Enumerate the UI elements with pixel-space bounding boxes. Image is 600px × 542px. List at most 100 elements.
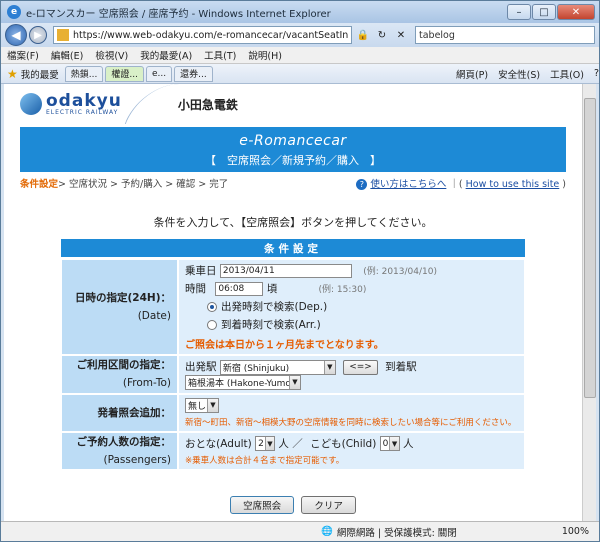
minimize-button[interactable]: – — [507, 4, 531, 20]
site-favicon-icon — [57, 29, 69, 41]
breadcrumb-current: 条件設定 — [20, 179, 59, 190]
extra-label: 発着照会追加： — [60, 392, 179, 433]
url-field[interactable]: https://www.web-odakyu.com/e-romancecar/… — [53, 26, 352, 44]
date-row: 日時の指定(24H)： (Date) 乗車日 2013/04/11 (例: 20… — [60, 258, 526, 356]
page-banner: e-Romancecar 【 空席照会／新規予約／購入 】 — [20, 127, 566, 172]
search-form: 条件設定 日時の指定(24H)： (Date) 乗車日 2013/04/11 (… — [60, 238, 526, 471]
odakyu-logo[interactable]: odakyu ELECTRIC RAILWAY — [20, 92, 122, 116]
tools-menu[interactable]: 工具(O) — [550, 67, 584, 81]
back-button[interactable]: ◀ — [5, 24, 27, 46]
help-icon[interactable]: ? — [594, 68, 599, 79]
browser-window: e e-ロマンスカー 空席照会 / 座席予约 - Windows Interne… — [0, 0, 600, 542]
chevron-down-icon: ▼ — [323, 360, 335, 374]
menu-file[interactable]: 檔案(F) — [7, 48, 39, 62]
extra-fields: 無し ▼ 新宿～町田、新宿～相模大野の空席情報を同時に検索したい場合等にご利用く… — [177, 392, 526, 433]
safety-menu[interactable]: 安全性(S) — [498, 67, 540, 81]
form-header: 条件設定 — [60, 238, 526, 258]
browser-tab[interactable]: 還券... — [174, 65, 213, 82]
search-input[interactable]: tabelog — [415, 26, 595, 44]
boarding-date-input[interactable]: 2013/04/11 — [219, 264, 352, 278]
date-label: 日時の指定(24H)： (Date) — [60, 258, 179, 356]
lock-icon[interactable]: 🔒 — [355, 27, 371, 43]
command-bar: 網頁(P) 安全性(S) 工具(O) ? — [446, 67, 599, 81]
adult-unit: 人 ／ — [278, 437, 303, 450]
menu-view[interactable]: 檢視(V) — [95, 48, 128, 62]
extra-row: 発着照会追加： 無し ▼ 新宿～町田、新宿～相模大野の空席情報を同時に検索したい… — [60, 392, 526, 433]
route-row: ご利用区間の指定： (From-To) 出発駅 新宿 (Shinjuku) ▼ … — [60, 354, 526, 395]
from-station-select[interactable]: 新宿 (Shinjuku) ▼ — [219, 359, 336, 375]
form-table: 日時の指定(24H)： (Date) 乗車日 2013/04/11 (例: 20… — [60, 258, 526, 471]
ie-icon: e — [7, 5, 21, 19]
chevron-down-icon: ▼ — [207, 398, 218, 412]
title-bar: e e-ロマンスカー 空席照会 / 座席予约 - Windows Interne… — [1, 1, 599, 23]
adult-label: おとな(Adult) — [185, 437, 252, 450]
page-menu[interactable]: 網頁(P) — [456, 67, 488, 81]
globe-icon: 🌐 — [321, 526, 333, 537]
menu-help[interactable]: 說明(H) — [248, 48, 282, 62]
radio-arrival[interactable]: 到着時刻で検索(Arr.) — [207, 317, 518, 332]
adult-select[interactable]: 2 ▼ — [255, 436, 276, 451]
date-fields: 乗車日 2013/04/11 (例: 2013/04/10) 時間 06:08 … — [177, 258, 526, 356]
passengers-row: ご予約人数の指定： (Passengers) おとな(Adult) 2 ▼ 人 … — [60, 430, 526, 471]
browser-tab[interactable]: 熱鎖... — [64, 65, 104, 82]
help-links: ? 使い方はこちらへ ｜( How to use this site ) — [356, 176, 566, 190]
menu-bar: 檔案(F) 編輯(E) 檢視(V) 我的最愛(A) 工具(T) 說明(H) — [1, 47, 599, 64]
site-header: odakyu ELECTRIC RAILWAY 小田急電鉄 — [4, 84, 582, 124]
radio-arrival-button[interactable] — [207, 319, 217, 330]
passengers-fields: おとな(Adult) 2 ▼ 人 ／ こども(Child) 0 ▼ 人 ※乗車人… — [177, 430, 526, 471]
odakyu-logo-icon — [20, 93, 42, 115]
favorites-bar: ★ 我的最愛 熱鎖... 權證... e... 還券... 網頁(P) 安全性(… — [1, 64, 599, 84]
to-station-select[interactable]: 箱根湯本 (Hakone-Yumo ▼ — [185, 374, 301, 390]
date-warning: ご照会は本日から１ヶ月先までとなります。 — [185, 340, 384, 351]
time-label: 時間 — [185, 283, 206, 295]
radio-departure[interactable]: 出発時刻で検索(Dep.) — [207, 299, 518, 314]
vertical-scrollbar[interactable] — [582, 84, 596, 521]
help-link-en[interactable]: How to use this site — [466, 179, 560, 190]
refresh-icon[interactable]: ↻ — [374, 27, 390, 43]
passengers-note: ※乗車人数は合計４名まで指定可能です。 — [185, 456, 345, 466]
instruction-text: 条件を入力して、【空席照会】ボタンを押してください。 — [153, 216, 433, 229]
address-bar: ◀ ▶ https://www.web-odakyu.com/e-romance… — [1, 23, 599, 47]
menu-edit[interactable]: 編輯(E) — [51, 48, 83, 62]
favorites-button[interactable]: ★ 我的最愛 — [7, 67, 59, 81]
stop-icon[interactable]: ✕ — [393, 27, 409, 43]
security-zone: 網際網路 | 受保護模式: 關閉 — [336, 527, 457, 539]
url-text: https://www.web-odakyu.com/e-romancecar/… — [73, 29, 349, 41]
date-example: (例: 2013/04/10) — [363, 267, 437, 277]
status-bar: 🌐 網際網路 | 受保護模式: 關閉 100% — [1, 521, 599, 541]
close-button[interactable]: ✕ — [557, 4, 595, 20]
company-name: 小田急電鉄 — [177, 97, 238, 112]
help-link-ja[interactable]: 使い方はこちらへ — [370, 179, 446, 190]
browser-tab[interactable]: 權證... — [105, 65, 144, 82]
brand-title: e-Romancecar — [239, 133, 347, 149]
page-content: odakyu ELECTRIC RAILWAY 小田急電鉄 e-Romancec… — [4, 84, 582, 521]
child-label: こども(Child) — [310, 437, 377, 450]
from-label: 出発駅 — [185, 361, 217, 373]
browser-tab-current[interactable]: e... — [145, 65, 173, 82]
form-buttons: 空席照会 クリア — [4, 496, 582, 514]
scrollbar-thumb[interactable] — [584, 98, 596, 398]
window-title: e-ロマンスカー 空席照会 / 座席予约 - Windows Internet … — [26, 8, 331, 20]
clear-button[interactable]: クリア — [301, 496, 356, 514]
question-icon: ? — [356, 179, 368, 190]
zoom-level[interactable]: 100% — [562, 526, 589, 537]
banner-subtitle: 【 空席照会／新規予約／購入 】 — [205, 154, 381, 167]
boarding-date-label: 乗車日 — [185, 265, 217, 277]
time-example: (例: 15:30) — [318, 285, 367, 295]
forward-button[interactable]: ▶ — [29, 26, 47, 44]
menu-favorites[interactable]: 我的最愛(A) — [140, 48, 192, 62]
maximize-button[interactable]: □ — [532, 4, 556, 20]
extra-select[interactable]: 無し ▼ — [185, 397, 219, 413]
extra-note: 新宿～町田、新宿～相模大野の空席情報を同時に検索したい場合等にご利用ください。 — [185, 417, 517, 428]
time-input[interactable]: 06:08 — [215, 282, 264, 296]
child-select[interactable]: 0 ▼ — [379, 436, 400, 451]
chevron-down-icon: ▼ — [389, 437, 399, 450]
child-unit: 人 — [402, 437, 414, 450]
route-fields: 出発駅 新宿 (Shinjuku) ▼ <=> 到着駅 箱根湯本 (Hakone… — [177, 354, 526, 395]
to-label: 到着駅 — [385, 361, 417, 373]
time-suffix: 頃 — [266, 283, 278, 295]
radio-departure-button[interactable] — [207, 301, 217, 312]
swap-stations-button[interactable]: <=> — [343, 359, 378, 375]
menu-tools[interactable]: 工具(T) — [204, 48, 236, 62]
search-button[interactable]: 空席照会 — [230, 496, 295, 514]
